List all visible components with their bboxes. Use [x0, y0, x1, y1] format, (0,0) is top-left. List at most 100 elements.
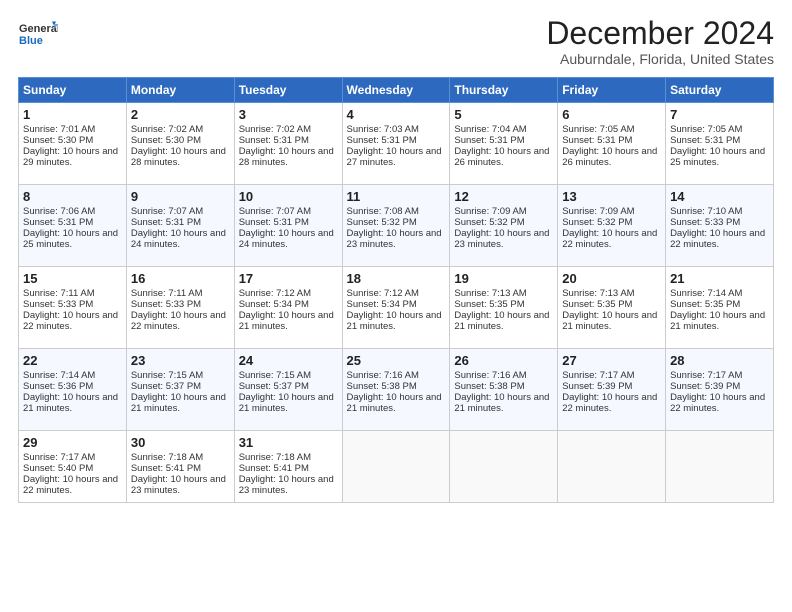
- sunrise-label: Sunrise: 7:02 AM: [131, 124, 203, 135]
- sunset-label: Sunset: 5:32 PM: [347, 217, 417, 228]
- col-saturday: Saturday: [666, 78, 774, 103]
- sunset-label: Sunset: 5:31 PM: [562, 135, 632, 146]
- calendar-table: Sunday Monday Tuesday Wednesday Thursday…: [18, 77, 774, 503]
- month-title: December 2024: [546, 16, 774, 51]
- daylight-label: Daylight: 10 hours and 26 minutes.: [454, 146, 549, 168]
- sunset-label: Sunset: 5:31 PM: [131, 217, 201, 228]
- sunrise-label: Sunrise: 7:09 AM: [562, 206, 634, 217]
- table-row: 18Sunrise: 7:12 AMSunset: 5:34 PMDayligh…: [342, 267, 450, 349]
- location-title: Auburndale, Florida, United States: [546, 51, 774, 67]
- sunrise-label: Sunrise: 7:05 AM: [670, 124, 742, 135]
- sunset-label: Sunset: 5:41 PM: [239, 463, 309, 474]
- sunrise-label: Sunrise: 7:17 AM: [23, 452, 95, 463]
- sunset-label: Sunset: 5:31 PM: [670, 135, 740, 146]
- sunrise-label: Sunrise: 7:18 AM: [131, 452, 203, 463]
- daylight-label: Daylight: 10 hours and 22 minutes.: [562, 228, 657, 250]
- col-friday: Friday: [558, 78, 666, 103]
- day-number: 30: [131, 435, 230, 450]
- daylight-label: Daylight: 10 hours and 21 minutes.: [23, 392, 118, 414]
- sunset-label: Sunset: 5:31 PM: [454, 135, 524, 146]
- day-number: 17: [239, 271, 338, 286]
- sunset-label: Sunset: 5:35 PM: [454, 299, 524, 310]
- table-row: [342, 431, 450, 503]
- sunrise-label: Sunrise: 7:16 AM: [454, 370, 526, 381]
- daylight-label: Daylight: 10 hours and 25 minutes.: [670, 146, 765, 168]
- day-number: 3: [239, 107, 338, 122]
- sunset-label: Sunset: 5:41 PM: [131, 463, 201, 474]
- daylight-label: Daylight: 10 hours and 23 minutes.: [239, 474, 334, 496]
- sunset-label: Sunset: 5:33 PM: [23, 299, 93, 310]
- table-row: 5Sunrise: 7:04 AMSunset: 5:31 PMDaylight…: [450, 103, 558, 185]
- col-sunday: Sunday: [19, 78, 127, 103]
- sunrise-label: Sunrise: 7:14 AM: [23, 370, 95, 381]
- table-row: 29 Sunrise: 7:17 AMSunset: 5:40 PMDayligh…: [19, 431, 127, 503]
- table-row: 26Sunrise: 7:16 AMSunset: 5:38 PMDayligh…: [450, 349, 558, 431]
- sunset-label: Sunset: 5:40 PM: [23, 463, 93, 474]
- header: General Blue December 2024 Auburndale, F…: [18, 16, 774, 67]
- logo: General Blue: [18, 16, 58, 52]
- table-row: 14Sunrise: 7:10 AMSunset: 5:33 PMDayligh…: [666, 185, 774, 267]
- table-row: 21Sunrise: 7:14 AMSunset: 5:35 PMDayligh…: [666, 267, 774, 349]
- daylight-label: Daylight: 10 hours and 29 minutes.: [23, 146, 118, 168]
- table-row: 28Sunrise: 7:17 AMSunset: 5:39 PMDayligh…: [666, 349, 774, 431]
- table-row: 12Sunrise: 7:09 AMSunset: 5:32 PMDayligh…: [450, 185, 558, 267]
- sunrise-label: Sunrise: 7:05 AM: [562, 124, 634, 135]
- sunrise-label: Sunrise: 7:17 AM: [562, 370, 634, 381]
- day-number: 4: [347, 107, 446, 122]
- day-number: 24: [239, 353, 338, 368]
- daylight-label: Daylight: 10 hours and 26 minutes.: [562, 146, 657, 168]
- day-number: 7: [670, 107, 769, 122]
- table-row: [450, 431, 558, 503]
- table-row: 13Sunrise: 7:09 AMSunset: 5:32 PMDayligh…: [558, 185, 666, 267]
- sunset-label: Sunset: 5:37 PM: [131, 381, 201, 392]
- sunrise-label: Sunrise: 7:18 AM: [239, 452, 311, 463]
- table-row: 30Sunrise: 7:18 AMSunset: 5:41 PMDayligh…: [126, 431, 234, 503]
- daylight-label: Daylight: 10 hours and 21 minutes.: [454, 392, 549, 414]
- day-number: 19: [454, 271, 553, 286]
- day-number: 16: [131, 271, 230, 286]
- daylight-label: Daylight: 10 hours and 27 minutes.: [347, 146, 442, 168]
- day-number: 25: [347, 353, 446, 368]
- sunset-label: Sunset: 5:32 PM: [454, 217, 524, 228]
- daylight-label: Daylight: 10 hours and 24 minutes.: [239, 228, 334, 250]
- daylight-label: Daylight: 10 hours and 21 minutes.: [239, 392, 334, 414]
- table-row: 20Sunrise: 7:13 AMSunset: 5:35 PMDayligh…: [558, 267, 666, 349]
- day-number: 21: [670, 271, 769, 286]
- sunrise-label: Sunrise: 7:07 AM: [131, 206, 203, 217]
- sunset-label: Sunset: 5:33 PM: [131, 299, 201, 310]
- day-number: 29: [23, 435, 122, 450]
- sunrise-label: Sunrise: 7:15 AM: [239, 370, 311, 381]
- day-number: 23: [131, 353, 230, 368]
- sunrise-label: Sunrise: 7:06 AM: [23, 206, 95, 217]
- day-number: 27: [562, 353, 661, 368]
- daylight-label: Daylight: 10 hours and 24 minutes.: [131, 228, 226, 250]
- daylight-label: Daylight: 10 hours and 21 minutes.: [131, 392, 226, 414]
- day-number: 5: [454, 107, 553, 122]
- sunrise-label: Sunrise: 7:11 AM: [131, 288, 203, 299]
- day-number: 10: [239, 189, 338, 204]
- table-row: 23Sunrise: 7:15 AMSunset: 5:37 PMDayligh…: [126, 349, 234, 431]
- daylight-label: Daylight: 10 hours and 21 minutes.: [454, 310, 549, 332]
- svg-text:General: General: [19, 23, 58, 35]
- sunset-label: Sunset: 5:35 PM: [562, 299, 632, 310]
- day-number: 6: [562, 107, 661, 122]
- table-row: 10Sunrise: 7:07 AMSunset: 5:31 PMDayligh…: [234, 185, 342, 267]
- daylight-label: Daylight: 10 hours and 22 minutes.: [23, 474, 118, 496]
- sunrise-label: Sunrise: 7:08 AM: [347, 206, 419, 217]
- day-number: 26: [454, 353, 553, 368]
- sunset-label: Sunset: 5:31 PM: [239, 135, 309, 146]
- daylight-label: Daylight: 10 hours and 21 minutes.: [239, 310, 334, 332]
- table-row: 8Sunrise: 7:06 AMSunset: 5:31 PMDaylight…: [19, 185, 127, 267]
- table-row: [558, 431, 666, 503]
- sunrise-label: Sunrise: 7:07 AM: [239, 206, 311, 217]
- col-thursday: Thursday: [450, 78, 558, 103]
- sunset-label: Sunset: 5:37 PM: [239, 381, 309, 392]
- daylight-label: Daylight: 10 hours and 22 minutes.: [670, 228, 765, 250]
- daylight-label: Daylight: 10 hours and 21 minutes.: [670, 310, 765, 332]
- day-number: 22: [23, 353, 122, 368]
- sunrise-label: Sunrise: 7:12 AM: [347, 288, 419, 299]
- sunset-label: Sunset: 5:33 PM: [670, 217, 740, 228]
- table-row: 9Sunrise: 7:07 AMSunset: 5:31 PMDaylight…: [126, 185, 234, 267]
- table-row: 1Sunrise: 7:01 AMSunset: 5:30 PMDaylight…: [19, 103, 127, 185]
- table-row: 19Sunrise: 7:13 AMSunset: 5:35 PMDayligh…: [450, 267, 558, 349]
